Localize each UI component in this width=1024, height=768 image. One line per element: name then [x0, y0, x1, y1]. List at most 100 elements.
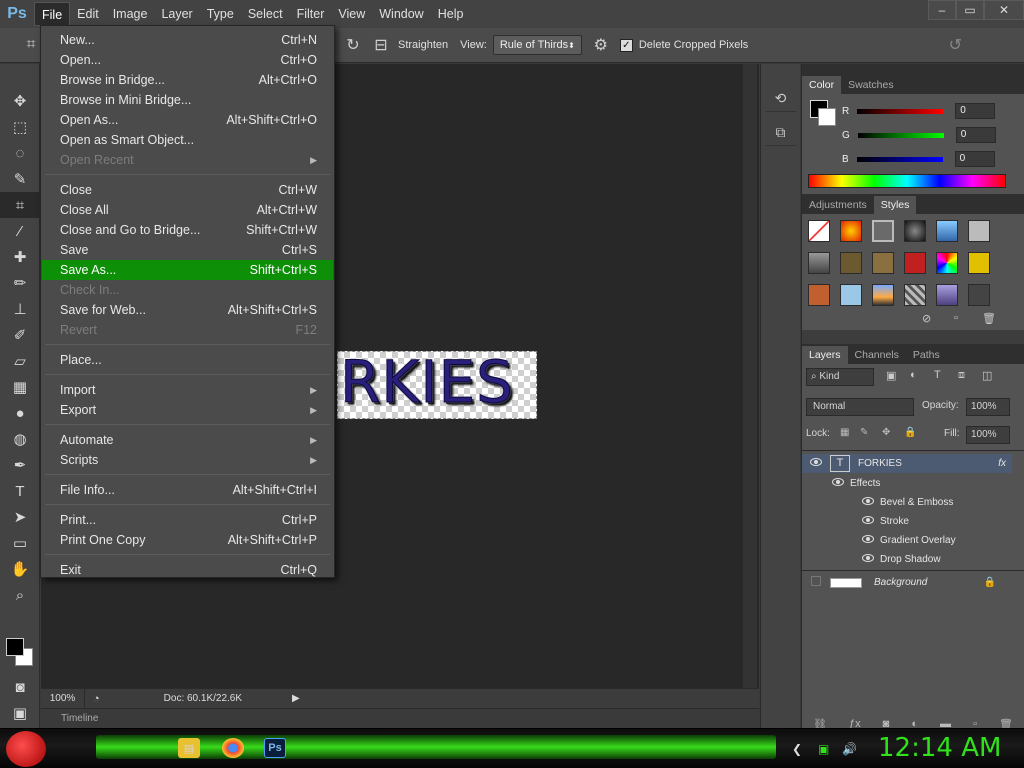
- filter-smart-object-icon[interactable]: ◫: [982, 369, 992, 382]
- layer-filter-select[interactable]: ⌕ Kind: [806, 368, 874, 386]
- volume-icon[interactable]: 🔊: [842, 742, 857, 756]
- delete-cropped-checkbox[interactable]: ✓: [619, 38, 633, 52]
- file-menu-item[interactable]: Close Ctrl+W: [42, 180, 333, 200]
- crop-tool-icon[interactable]: ⌗: [0, 192, 40, 218]
- layer-row-forkies[interactable]: T FORKIES fx: [802, 454, 1012, 473]
- menu-window[interactable]: Window: [372, 2, 430, 26]
- shape-tool-icon[interactable]: ▭: [0, 530, 40, 556]
- file-menu-item[interactable]: Export ▶: [42, 400, 333, 420]
- blue-slider[interactable]: [856, 156, 943, 162]
- foreground-color-swatch[interactable]: [6, 638, 24, 656]
- style-swatch[interactable]: [840, 252, 862, 274]
- effect-row[interactable]: Stroke: [802, 512, 1012, 531]
- status-menu-arrow-icon[interactable]: ▶: [292, 693, 300, 704]
- style-swatch[interactable]: [904, 252, 926, 274]
- file-menu-item[interactable]: File Info... Alt+Shift+Ctrl+I: [42, 480, 333, 500]
- trash-icon[interactable]: 🗑: [982, 312, 996, 325]
- color-spectrum-bar[interactable]: [808, 174, 1006, 188]
- menu-image[interactable]: Image: [106, 2, 155, 26]
- effect-row[interactable]: Gradient Overlay: [802, 531, 1012, 550]
- screen-mode-icon[interactable]: ▣: [0, 700, 40, 726]
- style-none[interactable]: [808, 220, 830, 242]
- rotate-icon[interactable]: ↻: [342, 34, 364, 56]
- tab-layers[interactable]: Layers: [802, 346, 848, 364]
- restore-button[interactable]: ▭: [956, 0, 984, 20]
- style-swatch[interactable]: [840, 220, 862, 242]
- file-menu-item[interactable]: Import ▶: [42, 380, 333, 400]
- visibility-eye-icon[interactable]: [802, 535, 880, 546]
- menu-file[interactable]: File: [34, 2, 71, 26]
- blend-mode-select[interactable]: Normal: [806, 398, 914, 416]
- opacity-input[interactable]: 100%: [966, 398, 1010, 416]
- file-menu-item[interactable]: Print... Ctrl+P: [42, 510, 333, 530]
- file-menu-item[interactable]: New... Ctrl+N: [42, 30, 333, 50]
- menu-type[interactable]: Type: [200, 2, 241, 26]
- file-menu-item[interactable]: Automate ▶: [42, 430, 333, 450]
- menu-help[interactable]: Help: [431, 2, 471, 26]
- gear-icon[interactable]: ⚙: [590, 34, 612, 56]
- lock-transparency-icon[interactable]: ▦: [840, 427, 849, 438]
- fill-input[interactable]: 100%: [966, 426, 1010, 444]
- filter-pixel-icon[interactable]: ▣: [886, 369, 896, 382]
- effect-row[interactable]: Bevel & Emboss: [802, 493, 1012, 512]
- history-brush-tool-icon[interactable]: ✐: [0, 322, 40, 348]
- visibility-eye-icon[interactable]: [802, 458, 830, 469]
- style-swatch[interactable]: [968, 252, 990, 274]
- green-slider[interactable]: [857, 132, 944, 138]
- 3d-icon[interactable]: ⧉: [765, 120, 796, 146]
- layer-row-background[interactable]: Background 🔒: [802, 573, 1012, 592]
- new-style-icon[interactable]: ▫: [954, 312, 958, 324]
- color-bg-swatch[interactable]: [818, 108, 836, 126]
- style-swatch[interactable]: [968, 284, 990, 306]
- tab-paths[interactable]: Paths: [906, 346, 947, 364]
- clone-stamp-tool-icon[interactable]: ⊥: [0, 296, 40, 322]
- file-menu-item[interactable]: Place...: [42, 350, 333, 370]
- quick-selection-tool-icon[interactable]: ✎: [0, 166, 40, 192]
- brush-tool-icon[interactable]: ✏: [0, 270, 40, 296]
- style-swatch[interactable]: [808, 252, 830, 274]
- menu-edit[interactable]: Edit: [70, 2, 106, 26]
- lasso-tool-icon[interactable]: ◌: [0, 140, 40, 166]
- style-swatch[interactable]: [904, 284, 926, 306]
- menu-select[interactable]: Select: [241, 2, 290, 26]
- file-menu-item[interactable]: Scripts ▶: [42, 450, 333, 470]
- type-tool-icon[interactable]: T: [0, 478, 40, 504]
- file-menu-item[interactable]: Open... Ctrl+O: [42, 50, 333, 70]
- straighten-icon[interactable]: ⊟: [370, 34, 392, 56]
- pen-tool-icon[interactable]: ✒: [0, 452, 40, 478]
- tab-color[interactable]: Color: [802, 76, 842, 94]
- lock-all-icon[interactable]: 🔒: [904, 427, 916, 438]
- file-menu-item[interactable]: Open as Smart Object...: [42, 130, 333, 150]
- eraser-tool-icon[interactable]: ▱: [0, 348, 40, 374]
- file-menu-item[interactable]: Save As... Shift+Ctrl+S: [42, 260, 333, 280]
- layer-name[interactable]: Background: [874, 577, 984, 588]
- style-swatch[interactable]: [872, 220, 894, 242]
- minimize-button[interactable]: –: [928, 0, 956, 20]
- history-icon[interactable]: ⟲: [765, 86, 796, 112]
- menu-view[interactable]: View: [331, 2, 372, 26]
- tray-display-icon[interactable]: ▣: [818, 742, 829, 756]
- file-menu-item[interactable]: Browse in Mini Bridge...: [42, 90, 333, 110]
- menu-filter[interactable]: Filter: [290, 2, 332, 26]
- layer-effects-header[interactable]: Effects: [802, 474, 1012, 493]
- timeline-panel[interactable]: Timeline: [41, 708, 759, 728]
- tab-adjustments[interactable]: Adjustments: [802, 196, 874, 214]
- delete-style-icon[interactable]: ⊘: [922, 312, 931, 325]
- visibility-eye-icon[interactable]: [802, 478, 850, 489]
- green-value[interactable]: 0: [955, 127, 996, 143]
- file-menu-item[interactable]: Print One Copy Alt+Shift+Ctrl+P: [42, 530, 333, 550]
- zoom-level[interactable]: 100%: [41, 688, 85, 709]
- lock-position-icon[interactable]: ✥: [882, 427, 890, 438]
- file-menu-item[interactable]: Save for Web... Alt+Shift+Ctrl+S: [42, 300, 333, 320]
- marquee-tool-icon[interactable]: ⬚: [0, 114, 40, 140]
- style-swatch[interactable]: [872, 252, 894, 274]
- photoshop-taskbar-icon[interactable]: Ps: [264, 738, 286, 758]
- blue-value[interactable]: 0: [954, 151, 995, 167]
- style-swatch[interactable]: [904, 220, 926, 242]
- effect-row[interactable]: Drop Shadow: [802, 550, 1012, 569]
- style-swatch[interactable]: [968, 220, 990, 242]
- tab-styles[interactable]: Styles: [873, 196, 917, 214]
- file-menu-item[interactable]: Close and Go to Bridge... Shift+Ctrl+W: [42, 220, 333, 240]
- eyedropper-tool-icon[interactable]: ⁄: [0, 218, 40, 244]
- path-selection-tool-icon[interactable]: ➤: [0, 504, 40, 530]
